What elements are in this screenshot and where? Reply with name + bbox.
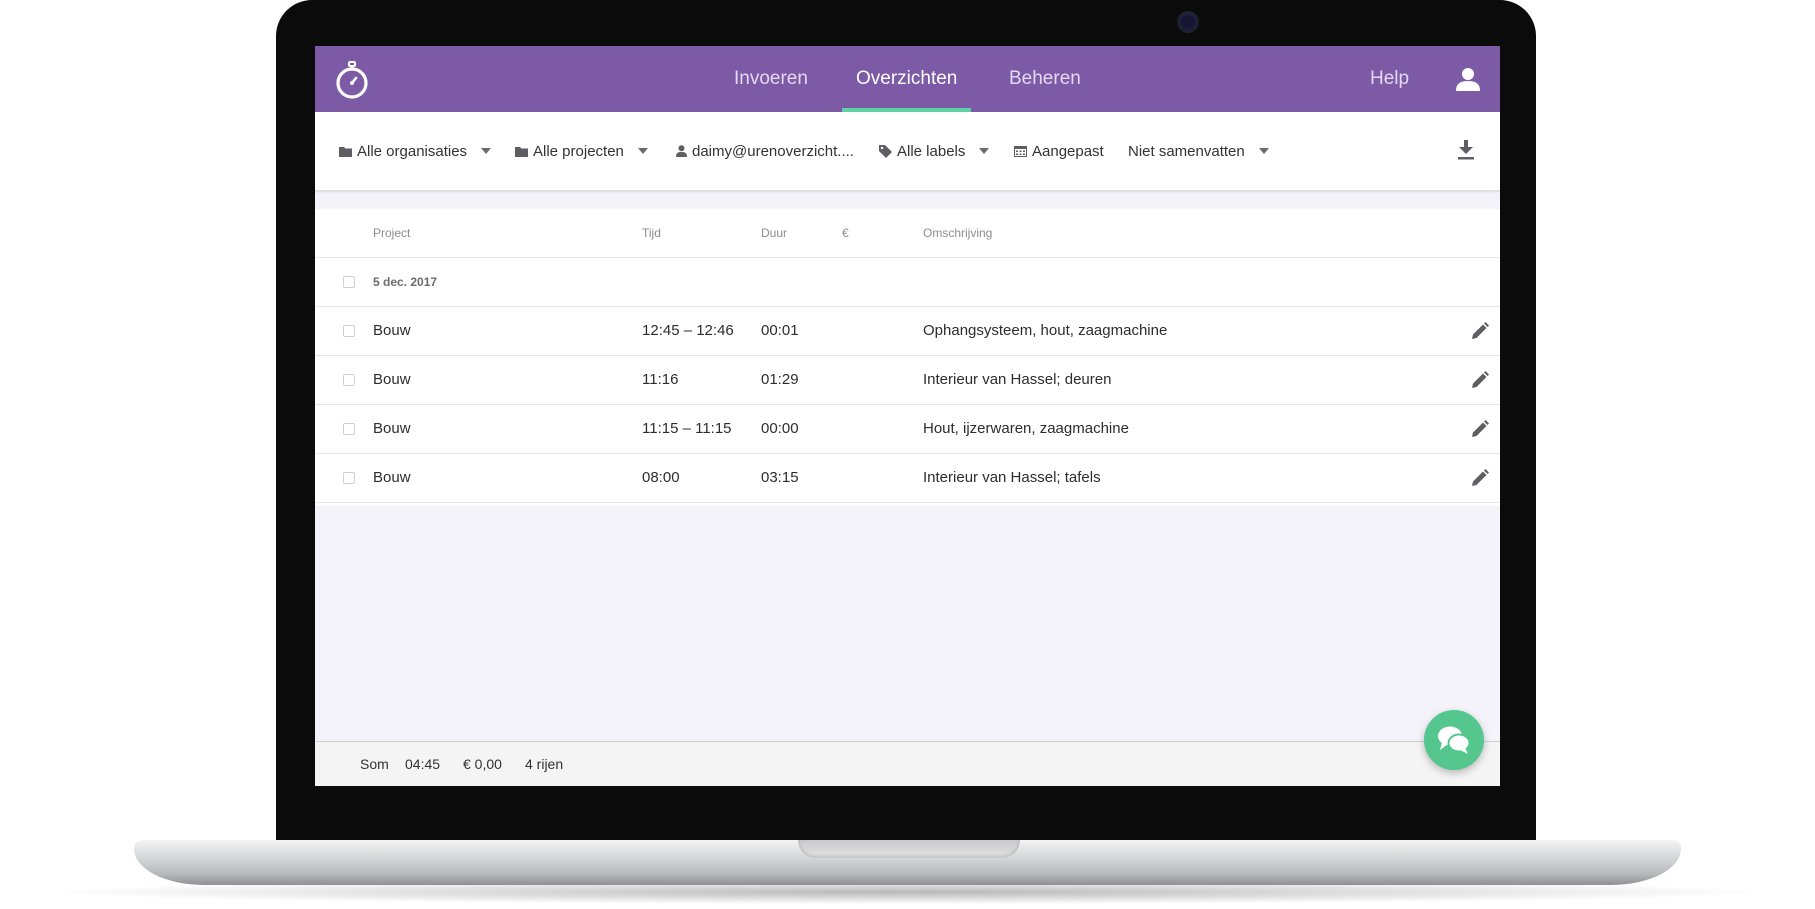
- table-row[interactable]: Bouw 11:15 – 11:15 00:00 Hout, ijzerware…: [315, 405, 1500, 454]
- person-icon: [676, 145, 687, 157]
- download-icon[interactable]: [1457, 140, 1475, 160]
- group-checkbox[interactable]: [343, 276, 355, 288]
- tag-icon: [879, 144, 892, 158]
- chevron-down-icon: [979, 148, 990, 154]
- user-icon[interactable]: [1455, 66, 1481, 92]
- column-header-time[interactable]: Tijd: [642, 209, 661, 257]
- table-row[interactable]: Bouw 11:16 01:29 Interieur van Hassel; d…: [315, 356, 1500, 405]
- cell-description: Interieur van Hassel; tafels: [923, 469, 1101, 486]
- chevron-down-icon: [637, 148, 648, 154]
- tab-invoeren[interactable]: Invoeren: [734, 46, 808, 112]
- folder-icon: [515, 146, 528, 157]
- table-row[interactable]: Bouw 08:00 03:15 Interieur van Hassel; t…: [315, 454, 1500, 503]
- labels-filter-label: Alle labels: [897, 142, 966, 160]
- row-checkbox[interactable]: [343, 325, 355, 337]
- pencil-icon[interactable]: [1470, 321, 1490, 341]
- summarize-dropdown[interactable]: Niet samenvatten: [1128, 112, 1269, 190]
- help-link[interactable]: Help: [1370, 46, 1409, 112]
- pencil-icon[interactable]: [1470, 468, 1490, 488]
- time-entries-table: Project Tijd Duur € Omschrijving 5 dec. …: [315, 209, 1500, 506]
- project-filter-label: Alle projecten: [533, 142, 624, 160]
- laptop-opening-notch: [798, 840, 1020, 858]
- row-checkbox[interactable]: [343, 472, 355, 484]
- cell-duration: 01:29: [761, 371, 799, 388]
- cell-time: 11:16: [642, 371, 679, 388]
- column-header-description[interactable]: Omschrijving: [923, 209, 992, 257]
- organisation-filter-label: Alle organisaties: [357, 142, 468, 160]
- cell-time: 08:00: [642, 469, 680, 486]
- cell-time: 12:45 – 12:46: [642, 322, 734, 339]
- cell-description: Interieur van Hassel; deuren: [923, 371, 1112, 388]
- table-row[interactable]: Bouw 12:45 – 12:46 00:01 Ophangsysteem, …: [315, 307, 1500, 356]
- cell-duration: 00:01: [761, 322, 799, 339]
- table-header: Project Tijd Duur € Omschrijving: [315, 209, 1500, 258]
- filter-bar: Alle organisaties Alle projecten daimy@u…: [315, 112, 1500, 191]
- period-filter-label: Aangepast: [1032, 142, 1104, 160]
- cell-project: Bouw: [373, 420, 411, 437]
- webcam: [1179, 13, 1197, 31]
- pencil-icon[interactable]: [1470, 419, 1490, 439]
- cell-project: Bouw: [373, 322, 411, 339]
- top-navigation-bar: Invoeren Overzichten Beheren Help: [315, 46, 1500, 112]
- cell-project: Bouw: [373, 469, 411, 486]
- app-screen: Invoeren Overzichten Beheren Help Alle o…: [315, 46, 1500, 786]
- summarize-label: Niet samenvatten: [1128, 142, 1245, 160]
- chevron-down-icon: [1258, 148, 1269, 154]
- row-checkbox[interactable]: [343, 423, 355, 435]
- column-header-project[interactable]: Project: [373, 209, 410, 257]
- calendar-icon: [1014, 146, 1027, 157]
- row-count: 4 rijen: [525, 756, 564, 772]
- cell-project: Bouw: [373, 371, 411, 388]
- chevron-down-icon: [481, 148, 492, 154]
- chat-button[interactable]: [1424, 710, 1484, 770]
- tab-overzichten[interactable]: Overzichten: [842, 46, 972, 112]
- pencil-icon[interactable]: [1470, 370, 1490, 390]
- organisation-filter-dropdown[interactable]: Alle organisaties: [339, 112, 492, 190]
- total-duration: 04:45: [405, 756, 441, 772]
- user-filter-label: daimy@urenoverzicht....: [692, 142, 854, 160]
- folder-icon: [339, 146, 352, 157]
- column-header-duration[interactable]: Duur: [761, 209, 787, 257]
- tab-overzichten-label: Overzichten: [856, 68, 958, 89]
- stopwatch-icon[interactable]: [333, 59, 371, 101]
- date-group-row: 5 dec. 2017: [315, 258, 1500, 307]
- total-amount: € 0,00: [463, 756, 502, 772]
- cell-duration: 03:15: [761, 469, 799, 486]
- chat-icon: [1438, 726, 1471, 754]
- date-group-label: 5 dec. 2017: [373, 275, 438, 289]
- user-filter-dropdown[interactable]: daimy@urenoverzicht....: [676, 112, 854, 190]
- tab-beheren[interactable]: Beheren: [1009, 46, 1081, 112]
- summary-footer: Som 04:45 € 0,00 4 rijen: [315, 741, 1500, 786]
- sum-label: Som: [360, 756, 389, 772]
- period-filter-button[interactable]: Aangepast: [1014, 112, 1104, 190]
- cell-duration: 00:00: [761, 420, 799, 437]
- project-filter-dropdown[interactable]: Alle projecten: [515, 112, 648, 190]
- cell-description: Hout, ijzerwaren, zaagmachine: [923, 420, 1129, 437]
- cell-time: 11:15 – 11:15: [642, 420, 732, 437]
- column-header-amount[interactable]: €: [842, 209, 849, 257]
- cell-description: Ophangsysteem, hout, zaagmachine: [923, 322, 1168, 339]
- row-checkbox[interactable]: [343, 374, 355, 386]
- labels-filter-dropdown[interactable]: Alle labels: [879, 112, 990, 190]
